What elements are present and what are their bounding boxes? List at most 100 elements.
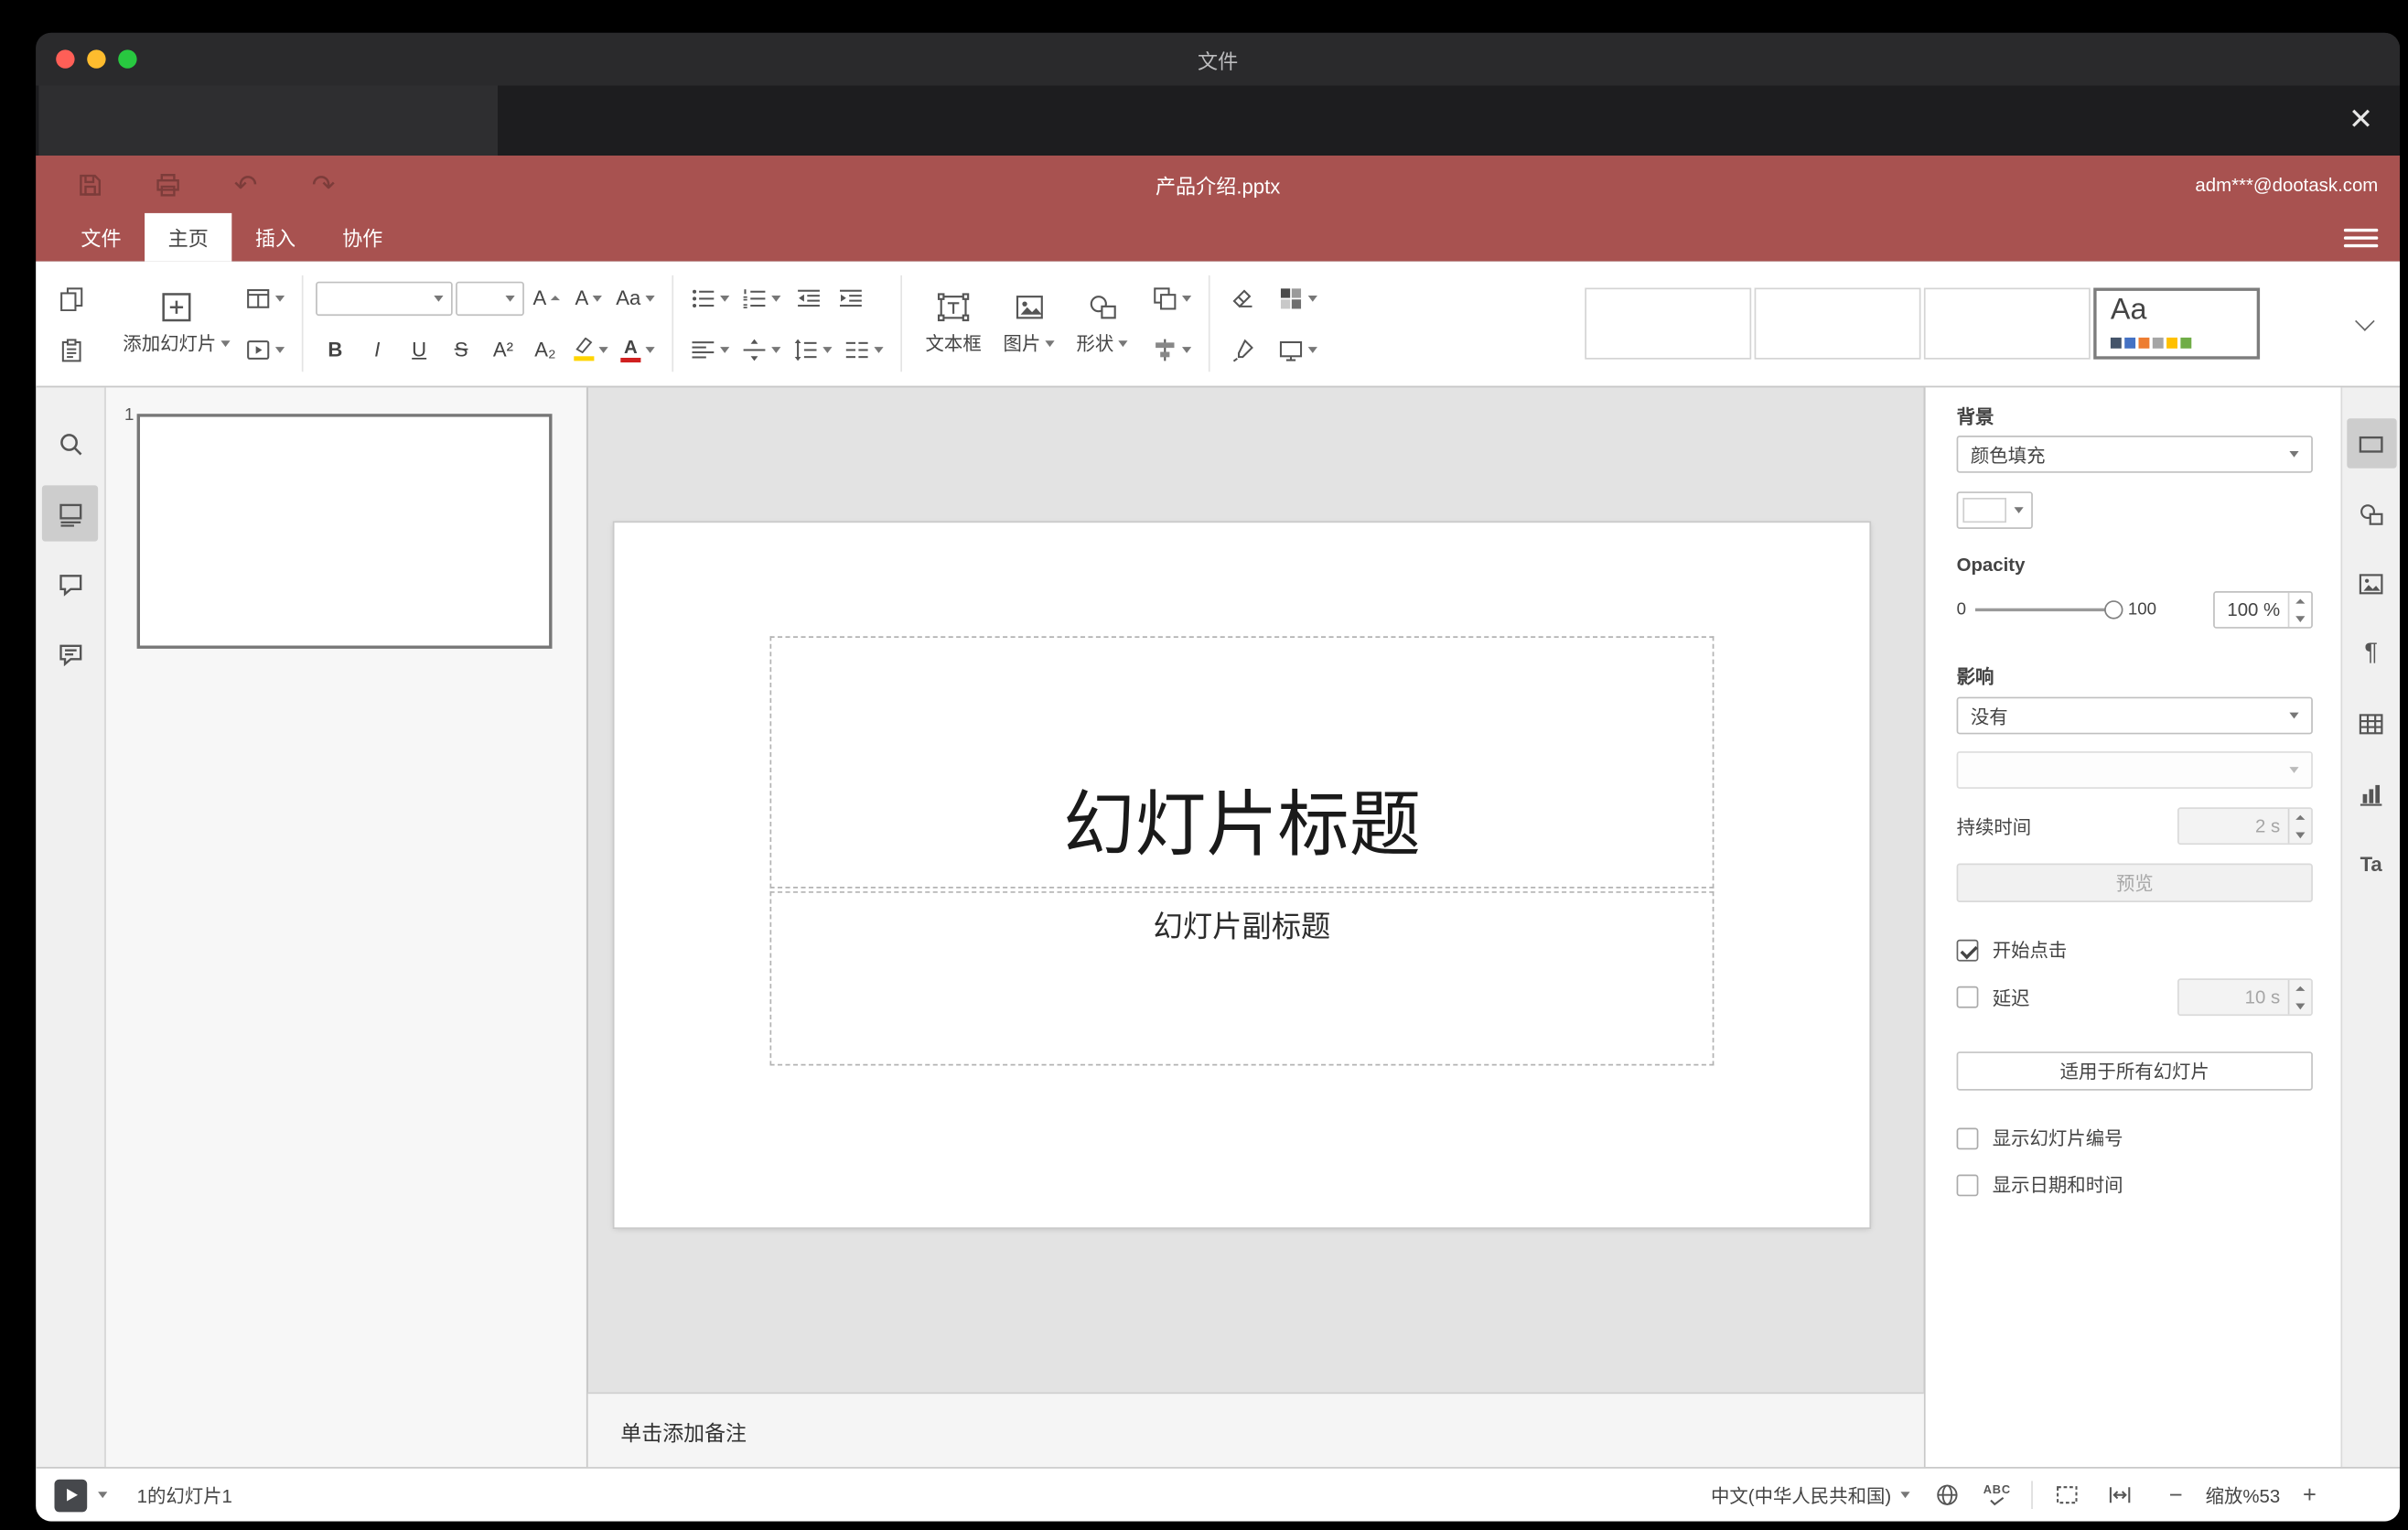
copy-style-button[interactable]	[1222, 329, 1262, 370]
redo-button[interactable]: ↷	[306, 167, 340, 201]
start-slideshow-button[interactable]	[242, 329, 290, 370]
minimize-traffic-button[interactable]	[87, 49, 106, 69]
slides-panel-button[interactable]	[41, 485, 99, 542]
header-menu-button[interactable]	[2343, 223, 2379, 252]
theme-tile-selected[interactable]: Aa	[2093, 287, 2261, 360]
theme-tile-1[interactable]	[1585, 287, 1752, 360]
theme-gallery-expand-button[interactable]	[2344, 288, 2384, 360]
vertical-align-button[interactable]	[737, 329, 786, 370]
fit-to-slide-button[interactable]	[2048, 1476, 2086, 1514]
document-language-button[interactable]	[1929, 1476, 1966, 1514]
apply-to-all-slides-button[interactable]: 适用于所有幻灯片	[1956, 1051, 2313, 1091]
image-settings-button[interactable]	[2346, 558, 2395, 608]
slide-title-placeholder[interactable]: 幻灯片标题	[769, 636, 1715, 889]
notes-area[interactable]: 单击添加备注	[587, 1392, 1924, 1468]
line-spacing-button[interactable]	[789, 329, 837, 370]
slide-thumbnail-1[interactable]	[136, 414, 553, 649]
theme-tile-2[interactable]	[1754, 287, 1921, 360]
change-case-button[interactable]: Aa	[611, 277, 660, 318]
spin-up-button[interactable]	[2289, 809, 2311, 826]
spin-down-button[interactable]	[2289, 997, 2311, 1015]
slide-size-button[interactable]	[1274, 329, 1322, 370]
font-size-combo[interactable]	[456, 280, 524, 316]
feedback-button[interactable]	[42, 625, 98, 681]
chart-settings-button[interactable]	[2346, 769, 2395, 818]
superscript-button[interactable]: A²	[484, 329, 523, 370]
search-button[interactable]	[42, 415, 98, 471]
strikethrough-button[interactable]: S	[442, 329, 481, 370]
undo-button[interactable]: ↶	[229, 167, 263, 201]
start-preview-button[interactable]	[54, 1478, 88, 1512]
spin-down-button[interactable]	[2289, 609, 2311, 627]
insert-shape-button[interactable]: 形状	[1066, 275, 1139, 372]
highlight-color-button[interactable]	[568, 329, 613, 370]
comments-button[interactable]	[42, 555, 98, 611]
paragraph-settings-button[interactable]: ¶	[2346, 629, 2395, 678]
background-fill-select[interactable]: 颜色填充	[1956, 436, 2313, 473]
clear-style-button[interactable]	[1222, 277, 1262, 318]
print-button[interactable]	[151, 167, 185, 201]
paste-button[interactable]	[51, 329, 91, 370]
align-shape-button[interactable]	[1148, 329, 1197, 370]
zoom-level[interactable]: 缩放%53	[2195, 1482, 2291, 1508]
increase-indent-button[interactable]	[831, 277, 870, 318]
fit-to-width-button[interactable]	[2102, 1476, 2139, 1514]
opacity-input[interactable]: 100 %	[2213, 591, 2313, 629]
bullet-list-button[interactable]	[686, 277, 735, 318]
table-settings-button[interactable]	[2346, 698, 2395, 748]
start-on-click-checkbox[interactable]	[1956, 938, 1979, 961]
decrease-indent-button[interactable]	[789, 277, 828, 318]
add-slide-button[interactable]: 添加幻灯片	[112, 275, 241, 372]
columns-button[interactable]	[840, 329, 888, 370]
spin-up-button[interactable]	[2289, 593, 2311, 610]
increase-font-button[interactable]: A	[527, 277, 566, 318]
close-traffic-button[interactable]	[56, 49, 75, 69]
language-select[interactable]: 中文(中华人民共和国)	[1711, 1482, 1891, 1508]
theme-tile-3[interactable]	[1923, 287, 2091, 360]
font-color-button[interactable]: A	[616, 329, 660, 370]
slide-subtitle-placeholder[interactable]: 幻灯片副标题	[769, 891, 1715, 1066]
opacity-slider-knob[interactable]	[2104, 600, 2123, 620]
underline-button[interactable]: U	[400, 329, 439, 370]
subscript-button[interactable]: A₂	[526, 329, 565, 370]
textart-settings-button[interactable]: Ta	[2346, 838, 2395, 888]
spell-check-button[interactable]: ABC	[1978, 1476, 2016, 1514]
delay-input[interactable]: 10 s	[2177, 978, 2313, 1017]
insert-textbox-button[interactable]: 文本框	[915, 275, 993, 372]
effect-select[interactable]: 没有	[1956, 696, 2313, 735]
chevron-down-icon[interactable]	[98, 1492, 108, 1499]
background-color-picker[interactable]	[1956, 491, 2033, 529]
color-scheme-button[interactable]	[1274, 277, 1322, 318]
slide-settings-button[interactable]	[2346, 418, 2396, 469]
opacity-slider[interactable]	[1975, 599, 2123, 621]
tab-file[interactable]: 文件	[58, 213, 145, 262]
slide-layout-button[interactable]	[242, 277, 290, 318]
shape-settings-button[interactable]	[2346, 489, 2395, 538]
horizontal-align-button[interactable]	[686, 329, 735, 370]
insert-image-button[interactable]: 图片	[993, 275, 1066, 372]
font-name-combo[interactable]	[316, 280, 453, 316]
show-slide-number-checkbox[interactable]	[1956, 1126, 1979, 1149]
spin-down-button[interactable]	[2289, 826, 2311, 844]
arrange-shape-button[interactable]	[1148, 277, 1197, 318]
copy-button[interactable]	[51, 277, 91, 318]
zoom-in-button[interactable]: +	[2291, 1476, 2328, 1514]
spin-up-button[interactable]	[2289, 980, 2311, 997]
zoom-out-button[interactable]: −	[2157, 1476, 2195, 1514]
close-preview-button[interactable]: ✕	[2338, 97, 2384, 144]
show-date-checkbox[interactable]	[1956, 1173, 1979, 1196]
save-button[interactable]	[73, 167, 107, 201]
slide-editor[interactable]: 幻灯片标题 幻灯片副标题	[614, 523, 1870, 1228]
effect-type-select[interactable]	[1956, 751, 2313, 789]
decrease-font-button[interactable]: A	[569, 277, 608, 318]
italic-button[interactable]: I	[358, 329, 397, 370]
numbered-list-button[interactable]	[737, 277, 786, 318]
delay-checkbox[interactable]	[1956, 986, 1979, 1008]
preview-button[interactable]: 预览	[1956, 863, 2313, 902]
duration-input[interactable]: 2 s	[2177, 807, 2313, 846]
tab-home[interactable]: 主页	[145, 212, 232, 262]
zoom-traffic-button[interactable]	[118, 49, 137, 69]
tab-collaborate[interactable]: 协作	[319, 213, 406, 262]
tab-insert[interactable]: 插入	[231, 213, 318, 262]
bold-button[interactable]: B	[316, 329, 355, 370]
